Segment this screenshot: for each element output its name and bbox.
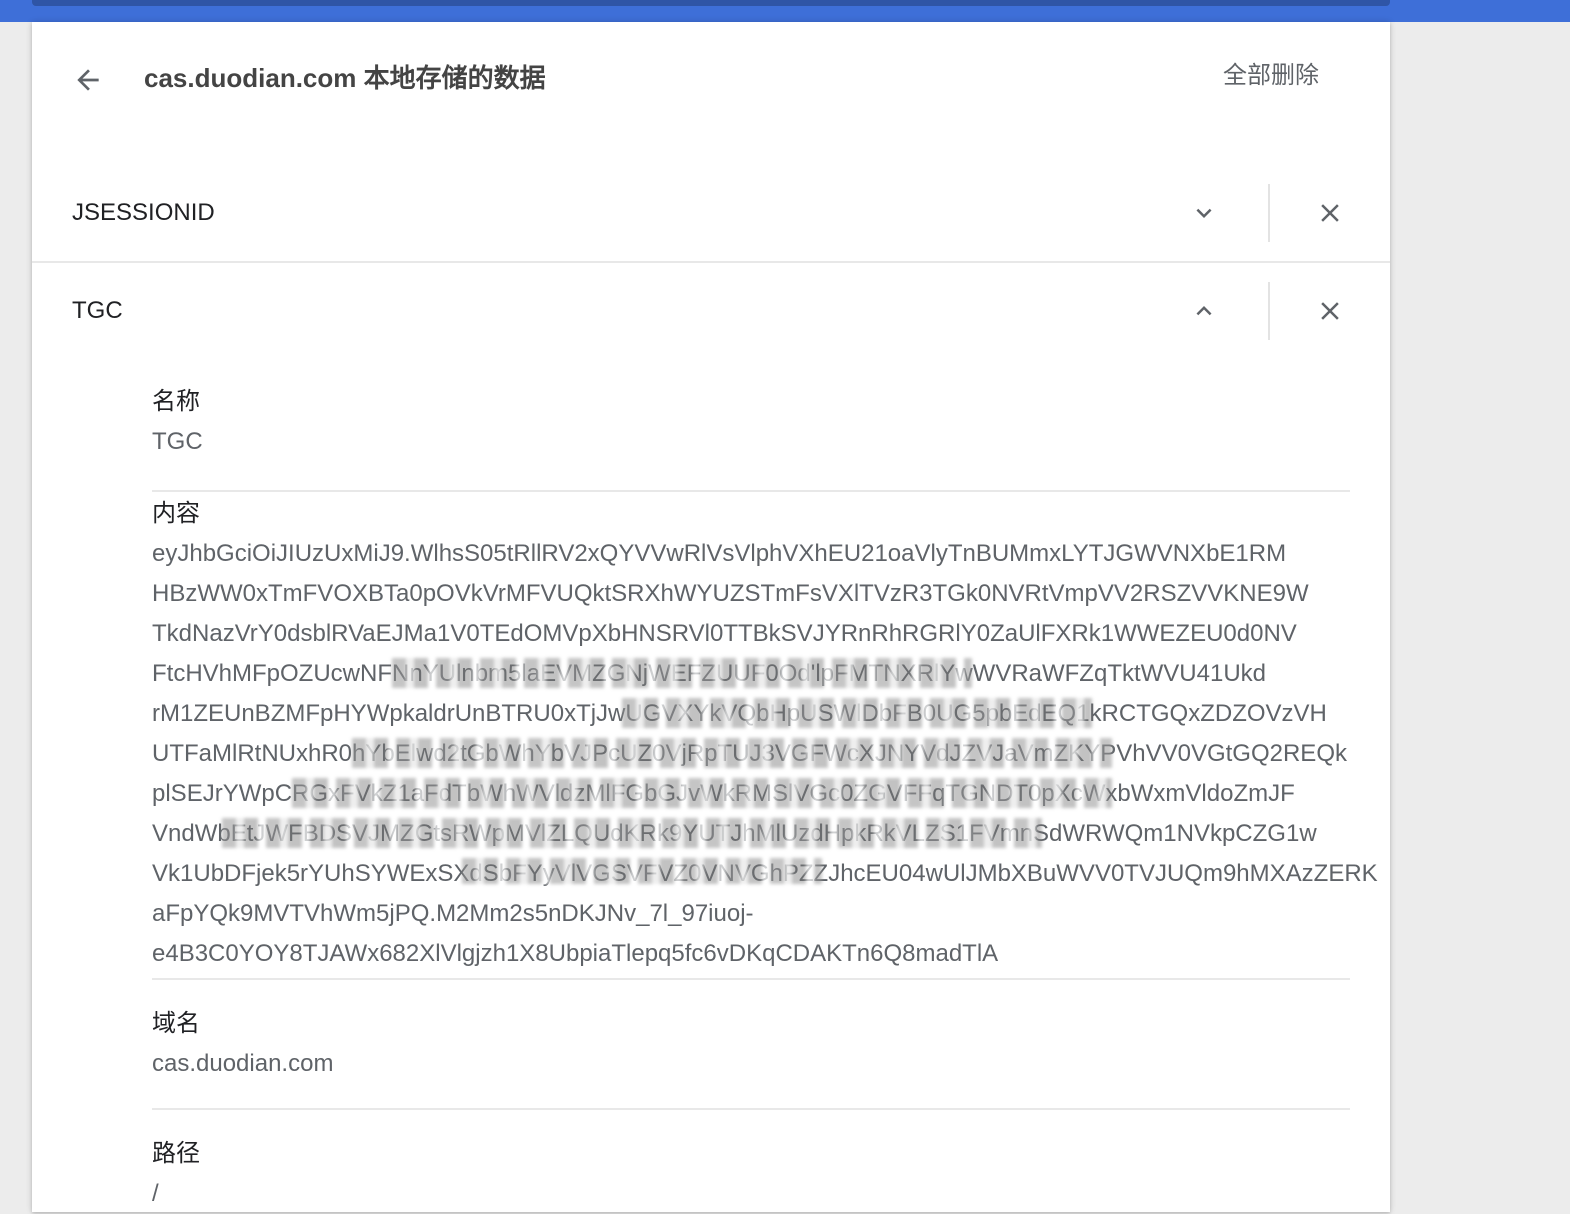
remove-cookie-button[interactable] xyxy=(1310,193,1350,233)
page-title: cas.duodian.com 本地存储的数据 xyxy=(144,63,546,93)
cookie-details: 名称 TGC 内容 eyJhbGciOiJIUzUxMiJ9.WlhsS05tR… xyxy=(152,378,1378,1214)
redaction-blur xyxy=(222,818,1042,848)
cookie-row-jsessionid[interactable]: JSESSIONID xyxy=(32,164,1390,263)
redaction-blur xyxy=(462,858,822,884)
remove-all-button[interactable]: 全部删除 xyxy=(1207,56,1335,96)
field-value: cas.duodian.com xyxy=(152,1050,334,1077)
row-separator xyxy=(1268,282,1270,340)
content-line: TkdNazVrY0dsblRVaEJMa1V0TEdOMVpXbHNSRVl0… xyxy=(152,620,1297,647)
field-content: 内容 eyJhbGciOiJIUzUxMiJ9.WlhsS05tRllRV2xQ… xyxy=(152,492,1378,978)
redaction-blur xyxy=(292,778,1112,808)
field-path: 路径 / xyxy=(152,1110,1350,1214)
redaction-blur xyxy=(622,698,1092,728)
collapse-button[interactable] xyxy=(1184,291,1224,331)
top-bar-shadow xyxy=(32,0,1390,6)
content-line: eyJhbGciOiJIUzUxMiJ9.WlhsS05tRllRV2xQYVV… xyxy=(152,540,1287,567)
field-value: TGC xyxy=(152,428,203,455)
field-label: 名称 xyxy=(152,388,200,415)
field-domain: 域名 cas.duodian.com xyxy=(152,980,1350,1108)
field-label: 内容 xyxy=(152,500,200,527)
field-name: 名称 TGC xyxy=(152,378,1350,490)
arrow-back-icon xyxy=(77,69,99,91)
chevron-down-icon xyxy=(1196,208,1212,218)
content-line: e4B3C0YOY8TJAWx682XlVlgjzh1X8UbpiaTlepq5… xyxy=(152,940,999,967)
remove-cookie-button[interactable] xyxy=(1310,291,1350,331)
redaction-blur xyxy=(352,738,1112,768)
cookie-name: TGC xyxy=(72,297,123,324)
close-icon xyxy=(1321,204,1339,222)
expand-button[interactable] xyxy=(1184,193,1224,233)
content-value: eyJhbGciOiJIUzUxMiJ9.WlhsS05tRllRV2xQYVV… xyxy=(152,534,1378,974)
site-data-panel: cas.duodian.com 本地存储的数据 全部删除 JSESSIONID … xyxy=(32,22,1390,1212)
field-value: / xyxy=(152,1180,159,1207)
page-header: cas.duodian.com 本地存储的数据 全部删除 xyxy=(32,22,1390,132)
redaction-blur xyxy=(392,658,972,688)
cookie-row-tgc[interactable]: TGC xyxy=(32,262,1390,360)
field-label: 路径 xyxy=(152,1140,200,1167)
content-line: HBzWW0xTmFVOXBTa0pOVkVrMFVUQktSRXhWYUZST… xyxy=(152,580,1309,607)
chevron-up-icon xyxy=(1196,306,1212,316)
back-button[interactable] xyxy=(68,60,108,100)
close-icon xyxy=(1321,302,1339,320)
field-label: 域名 xyxy=(152,1010,200,1037)
content-line: aFpYQk9MVTVhWm5jPQ.M2Mm2s5nDKJNv_7l_97iu… xyxy=(152,900,754,927)
cookie-name: JSESSIONID xyxy=(72,199,215,226)
row-separator xyxy=(1268,184,1270,242)
